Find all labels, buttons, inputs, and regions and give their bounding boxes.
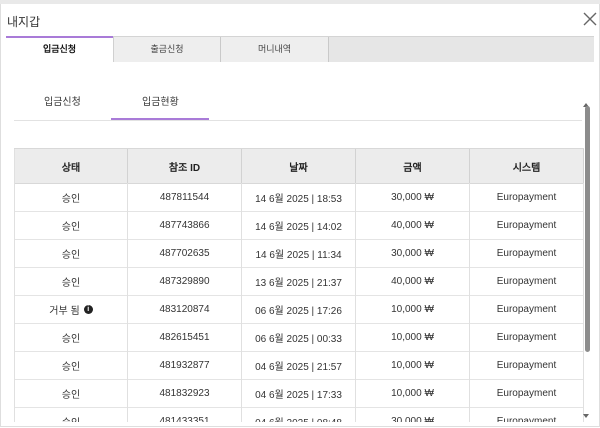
cell-amount: 40,000 ₩ — [356, 267, 470, 295]
cell-status: 승인 — [14, 267, 128, 295]
cell-status: 승인 — [14, 407, 128, 422]
table-row: 승인 481832923 04 6월 2025 | 17:33 10,000 ₩… — [14, 379, 584, 408]
cell-date: 04 6월 2025 | 17:33 — [242, 379, 356, 407]
scroll-up-arrow-icon[interactable] — [582, 96, 590, 107]
cell-reference-id: 487743866 — [128, 211, 242, 239]
cell-system: Europayment — [470, 323, 584, 351]
subtab-deposit-status[interactable]: 입금현황 — [142, 93, 179, 108]
cell-status: 승인 — [14, 239, 128, 267]
cell-system: Europayment — [470, 351, 584, 379]
active-tab-accent — [6, 36, 113, 38]
cell-system: Europayment — [470, 295, 584, 323]
cell-date: 13 6월 2025 | 21:37 — [242, 267, 356, 295]
cell-date: 06 6월 2025 | 17:26 — [242, 295, 356, 323]
column-header-amount: 금액 — [356, 149, 470, 183]
cell-system: Europayment — [470, 267, 584, 295]
tab-withdraw-request[interactable]: 출금신청 — [114, 37, 221, 62]
cell-status: 승인 — [14, 323, 128, 351]
column-header-date: 날짜 — [242, 149, 356, 183]
cell-amount: 40,000 ₩ — [356, 211, 470, 239]
table-row: 거부 됨 i 483120874 06 6월 2025 | 17:26 10,0… — [14, 295, 584, 324]
column-header-reference-id: 참조 ID — [128, 149, 242, 183]
subtab-deposit-request[interactable]: 입금신청 — [44, 93, 81, 108]
cell-status: 승인 — [14, 379, 128, 407]
cell-date: 06 6월 2025 | 00:33 — [242, 323, 356, 351]
tab-deposit-request[interactable]: 입금신청 — [6, 37, 114, 62]
cell-status: 승인 — [14, 211, 128, 239]
cell-amount: 10,000 ₩ — [356, 295, 470, 323]
cell-status-text: 거부 됨 — [49, 305, 80, 317]
scroll-down-arrow-icon[interactable] — [582, 407, 590, 418]
cell-status: 승인 — [14, 351, 128, 379]
cell-date: 04 6월 2025 | 21:57 — [242, 351, 356, 379]
info-icon[interactable]: i — [83, 304, 93, 314]
cell-date: 14 6월 2025 | 11:34 — [242, 239, 356, 267]
cell-reference-id: 487811544 — [128, 183, 242, 211]
tab-money-history[interactable]: 머니내역 — [221, 37, 329, 62]
scrollbar-thumb[interactable] — [585, 106, 590, 352]
cell-reference-id: 482615451 — [128, 323, 242, 351]
table-row: 승인 487329890 13 6월 2025 | 21:37 40,000 ₩… — [14, 267, 584, 296]
tab-content: 입금신청 입금현황 상태 참조 ID 날짜 금액 시스템 승인 48781154… — [6, 62, 594, 422]
cell-reference-id: 487329890 — [128, 267, 242, 295]
cell-reference-id: 487702635 — [128, 239, 242, 267]
cell-system: Europayment — [470, 379, 584, 407]
cell-reference-id: 481433351 — [128, 407, 242, 422]
main-tab-bar: 입금신청 출금신청 머니내역 — [6, 36, 594, 62]
column-header-system: 시스템 — [470, 149, 584, 183]
table-row: 승인 487743866 14 6월 2025 | 14:02 40,000 ₩… — [14, 211, 584, 240]
cell-system: Europayment — [470, 211, 584, 239]
cell-amount: 30,000 ₩ — [356, 407, 470, 422]
table-row: 승인 487811544 14 6월 2025 | 18:53 30,000 ₩… — [14, 183, 584, 212]
cell-amount: 10,000 ₩ — [356, 379, 470, 407]
cell-date: 04 6월 2025 | 08:48 — [242, 407, 356, 422]
column-header-status: 상태 — [14, 149, 128, 183]
modal-title: 내지갑 — [7, 15, 41, 29]
cell-amount: 30,000 ₩ — [356, 239, 470, 267]
cell-amount: 30,000 ₩ — [356, 183, 470, 211]
cell-amount: 10,000 ₩ — [356, 323, 470, 351]
cell-date: 14 6월 2025 | 18:53 — [242, 183, 356, 211]
cell-system: Europayment — [470, 183, 584, 211]
cell-reference-id: 483120874 — [128, 295, 242, 323]
table-row: 승인 481433351 04 6월 2025 | 08:48 30,000 ₩… — [14, 407, 584, 422]
table-header: 상태 참조 ID 날짜 금액 시스템 — [14, 148, 584, 184]
table-row: 승인 481932877 04 6월 2025 | 21:57 10,000 ₩… — [14, 351, 584, 380]
cell-system: Europayment — [470, 407, 584, 422]
table-row: 승인 487702635 14 6월 2025 | 11:34 30,000 ₩… — [14, 239, 584, 268]
close-icon[interactable] — [583, 12, 599, 28]
cell-reference-id: 481932877 — [128, 351, 242, 379]
subtab-divider — [14, 120, 582, 121]
cell-status-rejected: 거부 됨 i — [14, 295, 128, 323]
cell-date: 14 6월 2025 | 14:02 — [242, 211, 356, 239]
cell-status: 승인 — [14, 183, 128, 211]
cell-amount: 10,000 ₩ — [356, 351, 470, 379]
table-row: 승인 482615451 06 6월 2025 | 00:33 10,000 ₩… — [14, 323, 584, 352]
cell-system: Europayment — [470, 239, 584, 267]
cell-reference-id: 481832923 — [128, 379, 242, 407]
